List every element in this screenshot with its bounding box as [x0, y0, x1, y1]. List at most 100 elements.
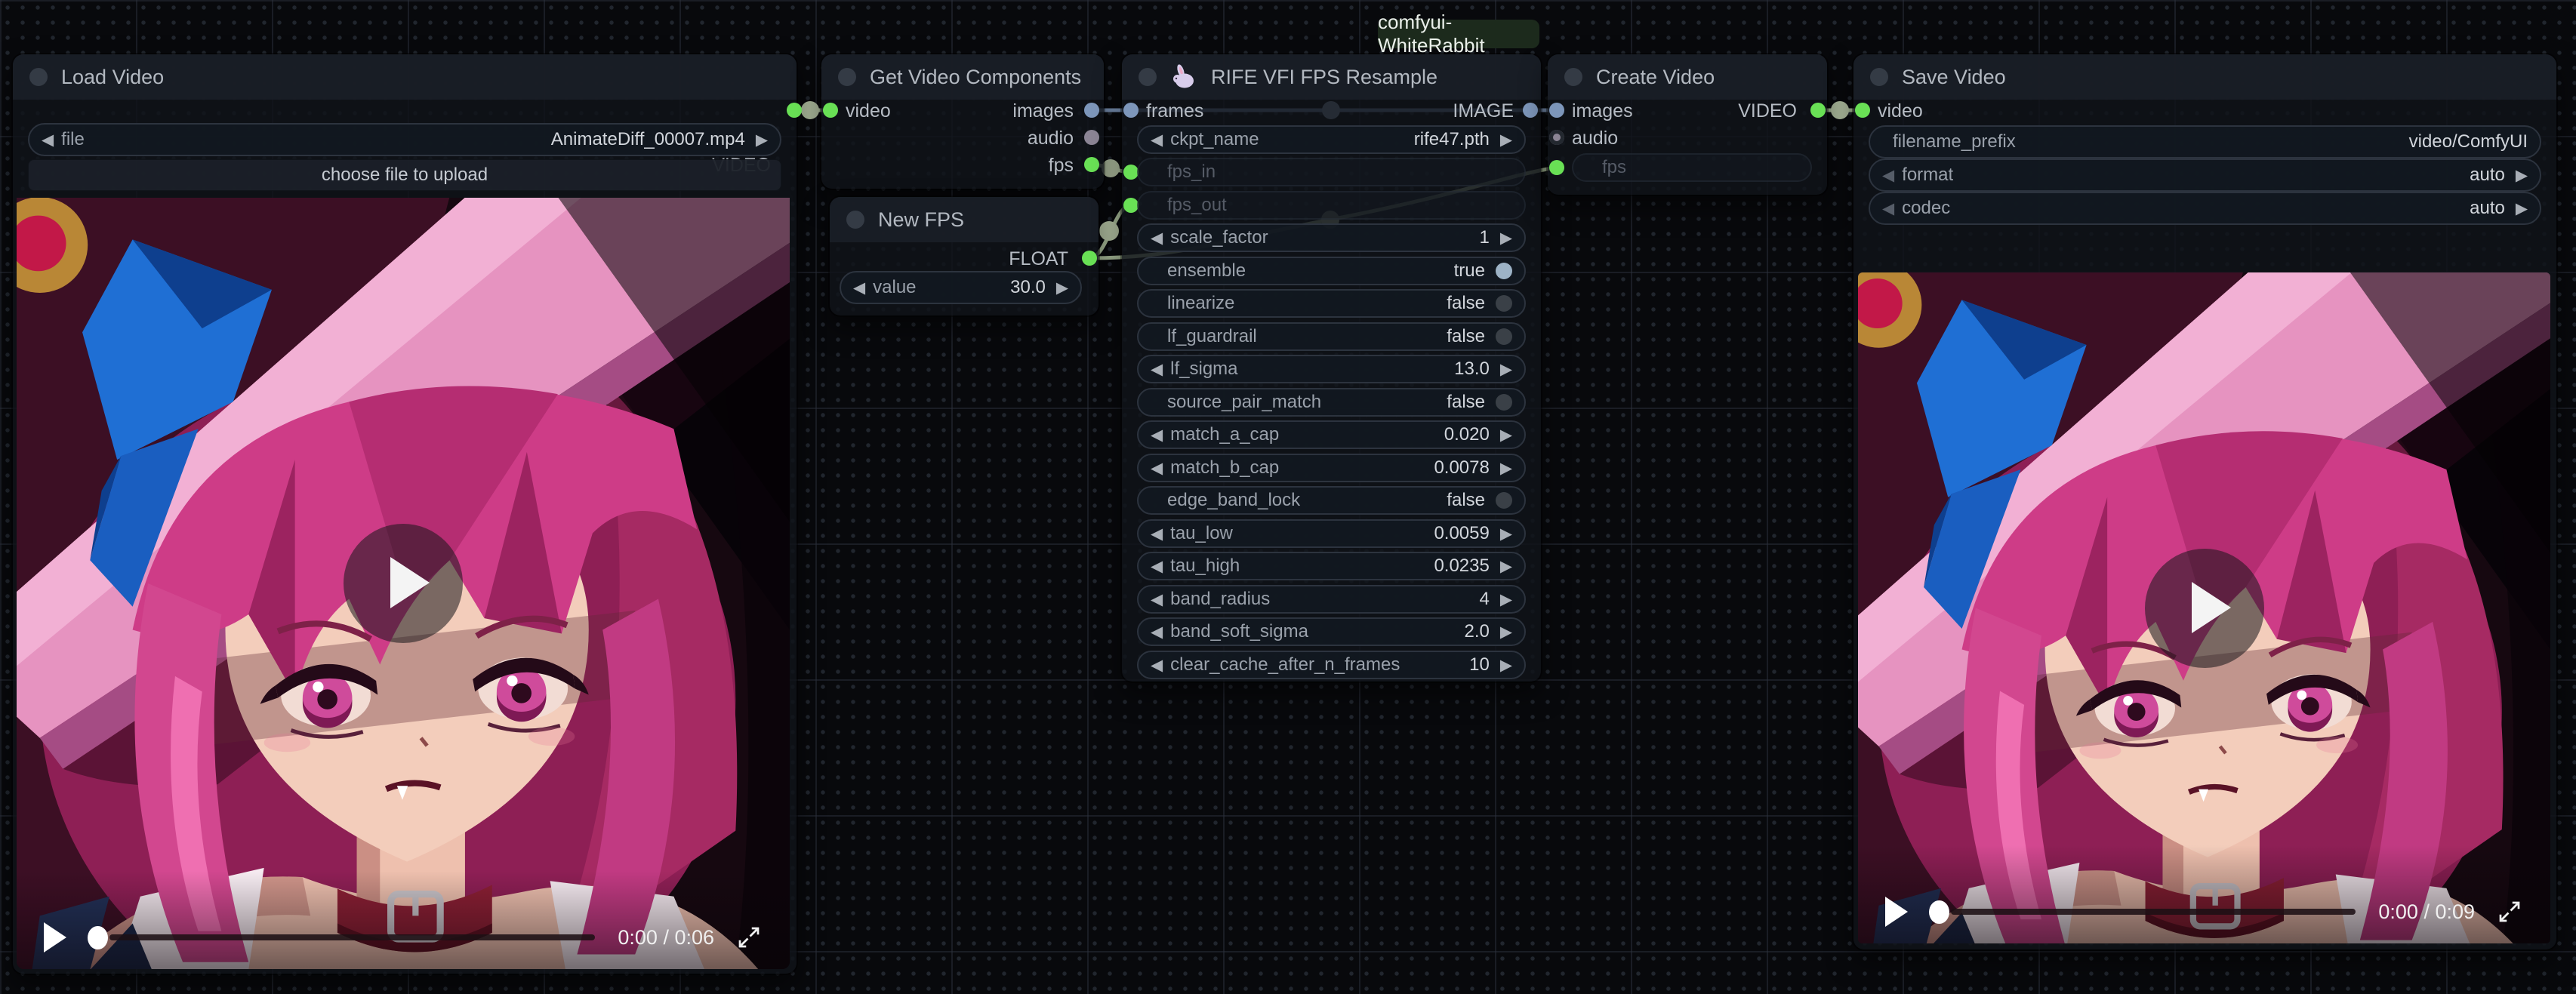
increment-arrow-icon[interactable]: ▶	[1500, 559, 1512, 574]
node-load-video[interactable]: Load Video VIDEO ◀ file AnimateDiff_0000…	[13, 54, 797, 974]
widget-filename_prefix[interactable]: filename_prefix video/ComfyUI	[1869, 125, 2541, 158]
video-preview[interactable]: 0:00 / 0:06	[17, 198, 790, 969]
output-port-video[interactable]	[1810, 103, 1826, 118]
increment-arrow-icon[interactable]: ▶	[756, 132, 768, 148]
decrement-arrow-icon[interactable]: ◀	[1151, 460, 1163, 476]
widget-source_pair_match[interactable]: source_pair_match false	[1137, 388, 1526, 417]
widget-tau_high[interactable]: ◀ tau_high 0.0235 ▶	[1137, 552, 1526, 580]
node-header[interactable]: Save Video	[1853, 54, 2556, 100]
input-port-fps-out[interactable]	[1123, 198, 1139, 213]
output-port-video[interactable]	[787, 103, 802, 118]
widget-lf_sigma[interactable]: ◀ lf_sigma 13.0 ▶	[1137, 355, 1526, 383]
widget-clear_cache_after_n_frames[interactable]: ◀ clear_cache_after_n_frames 10 ▶	[1137, 651, 1526, 679]
collapse-dot[interactable]	[1870, 68, 1888, 86]
toggle-dot[interactable]	[1496, 492, 1512, 509]
increment-arrow-icon[interactable]: ▶	[1500, 657, 1512, 673]
widget-match_a_cap[interactable]: ◀ match_a_cap 0.020 ▶	[1137, 420, 1526, 449]
toggle-dot[interactable]	[1496, 295, 1512, 312]
play-overlay-button[interactable]	[2145, 549, 2264, 668]
widget-linearize[interactable]: linearize false	[1137, 289, 1526, 318]
toggle-dot[interactable]	[1496, 328, 1512, 345]
widget-value[interactable]: ◀ value 30.0 ▶	[840, 271, 1082, 304]
input-port-images[interactable]	[1549, 103, 1564, 118]
input-port-frames[interactable]	[1123, 103, 1139, 118]
increment-arrow-icon[interactable]: ▶	[2516, 201, 2528, 217]
play-button[interactable]	[44, 922, 66, 952]
increment-arrow-icon[interactable]: ▶	[1056, 280, 1068, 296]
decrement-arrow-icon[interactable]: ◀	[1151, 526, 1163, 542]
input-port-video[interactable]	[823, 103, 838, 118]
collapse-dot[interactable]	[29, 68, 48, 86]
decrement-arrow-icon[interactable]: ◀	[1151, 230, 1163, 246]
increment-arrow-icon[interactable]: ▶	[1500, 526, 1512, 542]
widget-ckpt_name[interactable]: ◀ ckpt_name rife47.pth ▶	[1137, 125, 1526, 154]
decrement-arrow-icon[interactable]: ◀	[1151, 559, 1163, 574]
decrement-arrow-icon[interactable]: ◀	[1151, 657, 1163, 673]
scrubber-handle[interactable]	[1929, 900, 1949, 924]
decrement-arrow-icon[interactable]: ◀	[1151, 362, 1163, 377]
decrement-arrow-icon[interactable]: ◀	[1882, 168, 1894, 183]
increment-arrow-icon[interactable]: ▶	[1500, 362, 1512, 377]
toggle-dot[interactable]	[1496, 263, 1512, 279]
increment-arrow-icon[interactable]: ▶	[1500, 427, 1512, 443]
increment-arrow-icon[interactable]: ▶	[1500, 230, 1512, 246]
output-port-images[interactable]	[1084, 103, 1099, 118]
input-port-video[interactable]	[1855, 103, 1870, 118]
widget-codec[interactable]: ◀ codec auto ▶	[1869, 192, 2541, 225]
output-port-audio[interactable]	[1084, 130, 1099, 145]
comfyui-canvas[interactable]: comfyui-WhiteRabbit Load Video VIDEO ◀ f…	[0, 0, 2576, 994]
widget-band_radius[interactable]: ◀ band_radius 4 ▶	[1137, 585, 1526, 614]
input-port-audio[interactable]	[1549, 130, 1564, 145]
widget-file[interactable]: ◀ file AnimateDiff_00007.mp4 ▶	[28, 123, 781, 156]
decrement-arrow-icon[interactable]: ◀	[1151, 624, 1163, 640]
increment-arrow-icon[interactable]: ▶	[1500, 132, 1512, 148]
collapse-dot[interactable]	[1139, 68, 1157, 86]
widget-match_b_cap[interactable]: ◀ match_b_cap 0.0078 ▶	[1137, 454, 1526, 482]
widget-scale_factor[interactable]: ◀ scale_factor 1 ▶	[1137, 223, 1526, 252]
decrement-arrow-icon[interactable]: ◀	[1151, 592, 1163, 608]
scrubber-handle[interactable]	[88, 926, 108, 949]
video-preview[interactable]: 0:00 / 0:09	[1858, 272, 2550, 943]
play-overlay-button[interactable]	[344, 524, 463, 643]
node-header[interactable]: Create Video	[1548, 54, 1827, 100]
node-get-video-components[interactable]: Get Video Components video images audio …	[821, 54, 1104, 189]
toggle-dot[interactable]	[1496, 394, 1512, 411]
output-port-float[interactable]	[1082, 251, 1097, 266]
widget-format[interactable]: ◀ format auto ▶	[1869, 158, 2541, 192]
node-header[interactable]: Load Video	[13, 54, 797, 100]
decrement-arrow-icon[interactable]: ◀	[853, 280, 865, 296]
fullscreen-icon[interactable]	[2496, 898, 2523, 925]
node-rife-vfi-fps-resample[interactable]: RIFE VFI FPS Resample frames IMAGE ◀ ckp…	[1122, 54, 1541, 682]
node-create-video[interactable]: Create Video images audio VIDEO fps	[1548, 54, 1827, 195]
widget-band_soft_sigma[interactable]: ◀ band_soft_sigma 2.0 ▶	[1137, 617, 1526, 646]
node-new-fps[interactable]: New FPS FLOAT ◀ value 30.0 ▶	[830, 197, 1098, 315]
decrement-arrow-icon[interactable]: ◀	[1151, 132, 1163, 148]
output-port-fps[interactable]	[1084, 157, 1099, 172]
decrement-arrow-icon[interactable]: ◀	[1882, 201, 1894, 217]
input-port-fps-in[interactable]	[1123, 165, 1139, 180]
node-save-video[interactable]: Save Video video filename_prefix video/C…	[1853, 54, 2556, 949]
decrement-arrow-icon[interactable]: ◀	[1151, 427, 1163, 443]
increment-arrow-icon[interactable]: ▶	[1500, 460, 1512, 476]
increment-arrow-icon[interactable]: ▶	[1500, 624, 1512, 640]
progress-track[interactable]	[1951, 909, 2356, 915]
input-port-fps[interactable]	[1549, 160, 1564, 175]
node-header[interactable]: New FPS	[830, 197, 1098, 242]
fullscreen-icon[interactable]	[735, 924, 763, 951]
widget-edge_band_lock[interactable]: edge_band_lock false	[1137, 486, 1526, 515]
progress-track[interactable]	[109, 934, 595, 940]
collapse-dot[interactable]	[1564, 68, 1582, 86]
choose-file-button[interactable]: choose file to upload	[28, 159, 781, 191]
output-port-image[interactable]	[1523, 103, 1538, 118]
node-header[interactable]: Get Video Components	[821, 54, 1104, 100]
increment-arrow-icon[interactable]: ▶	[2516, 168, 2528, 183]
group-title-badge[interactable]: comfyui-WhiteRabbit	[1378, 20, 1539, 48]
collapse-dot[interactable]	[846, 211, 864, 229]
play-button[interactable]	[1885, 897, 1908, 927]
widget-tau_low[interactable]: ◀ tau_low 0.0059 ▶	[1137, 519, 1526, 548]
widget-ensemble[interactable]: ensemble true	[1137, 257, 1526, 285]
collapse-dot[interactable]	[838, 68, 856, 86]
widget-lf_guardrail[interactable]: lf_guardrail false	[1137, 322, 1526, 351]
node-header[interactable]: RIFE VFI FPS Resample	[1122, 54, 1541, 100]
decrement-arrow-icon[interactable]: ◀	[42, 132, 54, 148]
